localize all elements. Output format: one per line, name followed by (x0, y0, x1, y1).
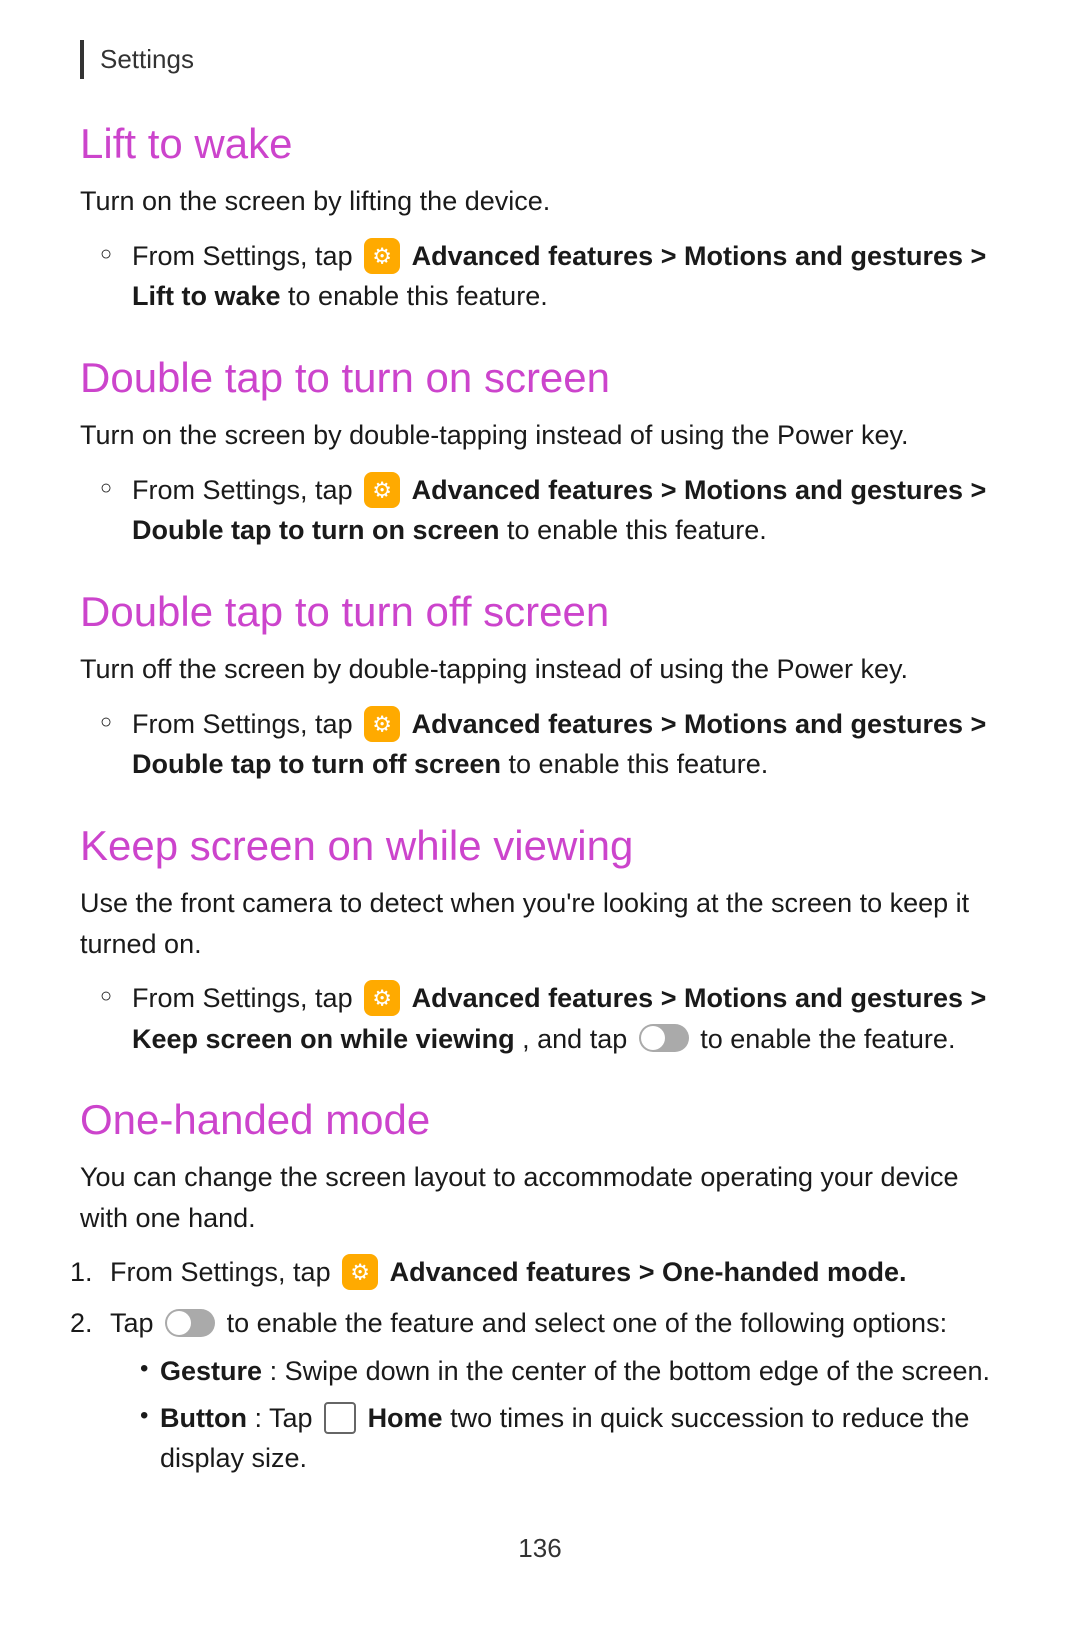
text-final: to enable the feature. (700, 1024, 955, 1054)
settings-icon (342, 1254, 378, 1290)
settings-icon (364, 980, 400, 1016)
page-number: 136 (518, 1533, 561, 1563)
toggle-icon (165, 1309, 215, 1337)
section-title-double-tap-on: Double tap to turn on screen (80, 353, 1000, 403)
button-label: Button (160, 1403, 247, 1433)
toggle-icon (639, 1024, 689, 1052)
bullet-list-keep-screen-on: From Settings, tap Advanced features > M… (80, 978, 1000, 1059)
text-before: From Settings, tap (132, 983, 360, 1013)
ordered-list-one-handed-mode: From Settings, tap Advanced features > O… (80, 1252, 1000, 1479)
section-title-double-tap-off: Double tap to turn off screen (80, 587, 1000, 637)
gesture-text: : Swipe down in the center of the bottom… (270, 1356, 990, 1386)
bold-link: Advanced features > One-handed mode. (390, 1257, 907, 1287)
section-double-tap-on: Double tap to turn on screen Turn on the… (80, 353, 1000, 551)
button-text-before: : Tap (254, 1403, 320, 1433)
text-before: From Settings, tap (132, 475, 360, 505)
section-title-lift-to-wake: Lift to wake (80, 119, 1000, 169)
list-item: From Settings, tap Advanced features > O… (100, 1252, 1000, 1293)
section-title-keep-screen-on: Keep screen on while viewing (80, 821, 1000, 871)
section-double-tap-off: Double tap to turn off screen Turn off t… (80, 587, 1000, 785)
sub-bullet-list-one-handed: Gesture : Swipe down in the center of th… (110, 1351, 1000, 1479)
section-desc-keep-screen-on: Use the front camera to detect when you'… (80, 883, 1000, 964)
text-before: From Settings, tap (132, 241, 360, 271)
bullet-list-double-tap-off: From Settings, tap Advanced features > M… (80, 704, 1000, 785)
text-tap: Tap (110, 1308, 161, 1338)
settings-icon (364, 238, 400, 274)
list-item: From Settings, tap Advanced features > M… (100, 978, 1000, 1059)
bullet-list-double-tap-on: From Settings, tap Advanced features > M… (80, 470, 1000, 551)
list-item: From Settings, tap Advanced features > M… (100, 704, 1000, 785)
home-icon (324, 1402, 356, 1434)
list-item: From Settings, tap Advanced features > M… (100, 236, 1000, 317)
list-item: From Settings, tap Advanced features > M… (100, 470, 1000, 551)
section-desc-double-tap-on: Turn on the screen by double-tapping ins… (80, 415, 1000, 456)
section-desc-one-handed-mode: You can change the screen layout to acco… (80, 1157, 1000, 1238)
section-lift-to-wake: Lift to wake Turn on the screen by lifti… (80, 119, 1000, 317)
text-before: From Settings, tap (132, 709, 360, 739)
text-after: to enable this feature. (509, 749, 769, 779)
section-one-handed-mode: One-handed mode You can change the scree… (80, 1095, 1000, 1479)
bullet-list-lift-to-wake: From Settings, tap Advanced features > M… (80, 236, 1000, 317)
text-before: From Settings, tap (110, 1257, 338, 1287)
section-keep-screen-on: Keep screen on while viewing Use the fro… (80, 821, 1000, 1059)
text-after: to enable this feature. (507, 515, 767, 545)
section-title-one-handed-mode: One-handed mode (80, 1095, 1000, 1145)
page-header: Settings (80, 40, 1000, 79)
text-after: to enable the feature and select one of … (227, 1308, 948, 1338)
list-item: Tap to enable the feature and select one… (100, 1303, 1000, 1479)
text-after: to enable this feature. (288, 281, 548, 311)
section-desc-double-tap-off: Turn off the screen by double-tapping in… (80, 649, 1000, 690)
section-desc-lift-to-wake: Turn on the screen by lifting the device… (80, 181, 1000, 222)
text-middle: , and tap (522, 1024, 635, 1054)
gesture-label: Gesture (160, 1356, 262, 1386)
header-label: Settings (100, 44, 194, 74)
settings-icon (364, 472, 400, 508)
settings-icon (364, 706, 400, 742)
list-item: Button : Tap Home two times in quick suc… (140, 1398, 1000, 1479)
list-item: Gesture : Swipe down in the center of th… (140, 1351, 1000, 1392)
home-label: Home (368, 1403, 443, 1433)
page-footer: 136 (80, 1529, 1000, 1568)
